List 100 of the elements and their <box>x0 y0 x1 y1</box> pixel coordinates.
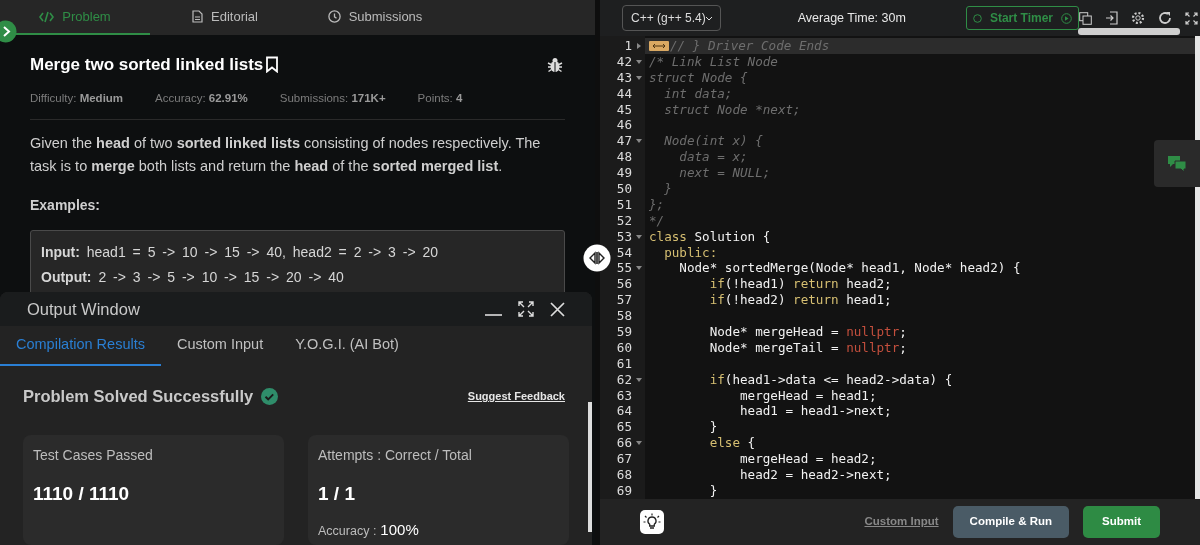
accuracy-value: 100% <box>380 519 419 540</box>
problem-title: Merge two sorted linked lists <box>30 54 264 76</box>
fold-arrow-icon[interactable] <box>636 42 641 49</box>
code-line: head2 = head2->next; <box>739 467 892 483</box>
line-number: 60 <box>615 339 632 356</box>
copy-icon[interactable] <box>1079 11 1092 25</box>
tab[interactable]: Custom Input <box>160 326 280 367</box>
code-line: mergeHead = head1; <box>739 387 877 404</box>
line-number: 58 <box>615 308 632 325</box>
caret-icon <box>705 15 712 21</box>
code-line: Node* mergeTail = nullptr; <box>708 339 907 356</box>
line-number: 53 <box>615 228 632 245</box>
panel-title: Output Window <box>27 298 140 320</box>
reset-icon[interactable] <box>1158 11 1172 25</box>
code-line: if(!head2) return head1; <box>708 292 892 309</box>
line-number: 65 <box>615 419 632 436</box>
examples-heading: Examples: <box>30 195 102 215</box>
code-line: // } Driver Code Ends <box>670 38 830 54</box>
meta-text: Submissions: 171K+ <box>279 90 386 106</box>
line-number: 50 <box>615 181 632 197</box>
line-number: 43 <box>615 69 632 86</box>
meta-text: Points: 4 <box>417 90 463 106</box>
example-text: Output: 2 -> 3 -> 5 -> 10 -> 15 -> 20 -> 40 <box>41 267 345 287</box>
settings-icon[interactable] <box>1131 11 1145 25</box>
fold-arrow-icon[interactable] <box>635 234 642 239</box>
bookmark-icon[interactable] <box>265 56 280 74</box>
start-timer-button[interactable]: Start Timer <box>965 6 1079 30</box>
scrollbar[interactable] <box>588 402 592 532</box>
hint-button[interactable] <box>640 510 664 534</box>
line-number: 46 <box>615 117 632 134</box>
fold-arrow-icon[interactable] <box>635 75 642 80</box>
close-icon[interactable] <box>550 301 565 317</box>
problem-statement: Given the head of two sorted linked lists consisting of nodes respectively. The task is to merge both lists and return the head of the sorted merged list. <box>30 133 542 176</box>
code-line: head1 = head1->next; <box>739 403 892 420</box>
language-select[interactable]: C++ (g++ 5.4) <box>622 5 721 31</box>
line-number: 47 <box>615 133 632 150</box>
status-text: Problem Solved Successfully <box>23 386 254 408</box>
fold-arrow-icon[interactable] <box>635 377 642 382</box>
minimize-icon[interactable] <box>485 313 502 318</box>
document-icon <box>192 10 203 23</box>
fullscreen-icon[interactable] <box>1185 11 1198 25</box>
code-line: */ <box>649 212 665 229</box>
maximize-icon[interactable] <box>518 301 534 318</box>
code-icon <box>39 10 55 23</box>
code-line: if(head1->data <= head2->data) { <box>708 371 953 388</box>
line-number: 59 <box>615 324 632 340</box>
check-circle-icon <box>261 388 279 406</box>
code-line: class Solution { <box>649 228 771 245</box>
card-title: Test Cases Passed <box>33 446 154 465</box>
bug-icon[interactable] <box>547 56 563 73</box>
line-number: 52 <box>615 212 632 229</box>
line-number: 63 <box>615 387 632 404</box>
tab[interactable]: Submissions <box>300 0 450 35</box>
line-number: 57 <box>615 292 632 309</box>
timer-icon <box>972 13 982 23</box>
code-line: struct Node *next; <box>663 101 801 118</box>
line-number: 67 <box>615 451 632 468</box>
code-line: } <box>708 419 718 436</box>
fold-arrow-icon[interactable] <box>635 441 642 446</box>
line-number: 64 <box>615 403 632 420</box>
meta-text: Difficulty: Medium <box>30 90 124 106</box>
line-number: 48 <box>615 149 632 166</box>
fold-arrow-icon[interactable] <box>635 59 642 64</box>
feedback-link[interactable]: Suggest Feedback <box>467 388 565 405</box>
clock-icon <box>327 10 341 23</box>
line-number: 42 <box>615 53 632 70</box>
example-text: Input: head1 = 5 -> 10 -> 15 -> 40, head2 = 2 -> 3 -> 20 <box>41 242 440 262</box>
submit-button[interactable]: Submit <box>1083 506 1160 538</box>
line-number: 1 <box>623 38 632 54</box>
compile-run-button[interactable]: Compile & Run <box>952 506 1069 538</box>
code-line: Node* mergeHead = nullptr; <box>708 324 907 340</box>
scrollbar[interactable] <box>1195 36 1200 499</box>
fold-arrow-icon[interactable] <box>635 266 642 271</box>
tab[interactable]: Y.O.G.I. (AI Bot) <box>279 326 415 367</box>
scrollbar[interactable] <box>1078 28 1180 35</box>
code-line: next = NULL; <box>678 165 771 182</box>
code-line: } <box>663 181 672 197</box>
meta-text: Accuracy: 62.91% <box>155 90 248 106</box>
custom-input-link[interactable]: Custom Input <box>864 513 939 531</box>
fold-arrow-icon[interactable] <box>635 139 642 144</box>
accuracy-label: Accuracy : <box>318 522 377 540</box>
fold-marker-icon[interactable] <box>649 40 669 51</box>
card-value: 1 / 1 <box>318 482 356 506</box>
code-line: struct Node { <box>649 69 748 86</box>
tab[interactable]: Editorial <box>150 0 300 35</box>
import-icon[interactable] <box>1105 11 1118 25</box>
line-number: 66 <box>615 435 632 452</box>
code-line: data = x; <box>678 149 748 166</box>
code-line: Node* sortedMerge(Node* head1, Node* head2) { <box>678 260 1021 277</box>
card-title: Attempts : Correct / Total <box>318 446 473 465</box>
line-number: 62 <box>615 371 632 388</box>
chat-button[interactable] <box>1154 140 1200 187</box>
line-number: 68 <box>615 467 632 483</box>
code-line: Node(int x) { <box>663 133 763 150</box>
expand-panel-icon[interactable] <box>0 20 17 43</box>
card-value: 1110 / 1110 <box>33 482 131 506</box>
code-line: } <box>708 482 718 499</box>
code-line: int data; <box>663 85 733 102</box>
code-line: }; <box>649 196 665 213</box>
tab[interactable]: Compilation Results <box>0 326 161 367</box>
